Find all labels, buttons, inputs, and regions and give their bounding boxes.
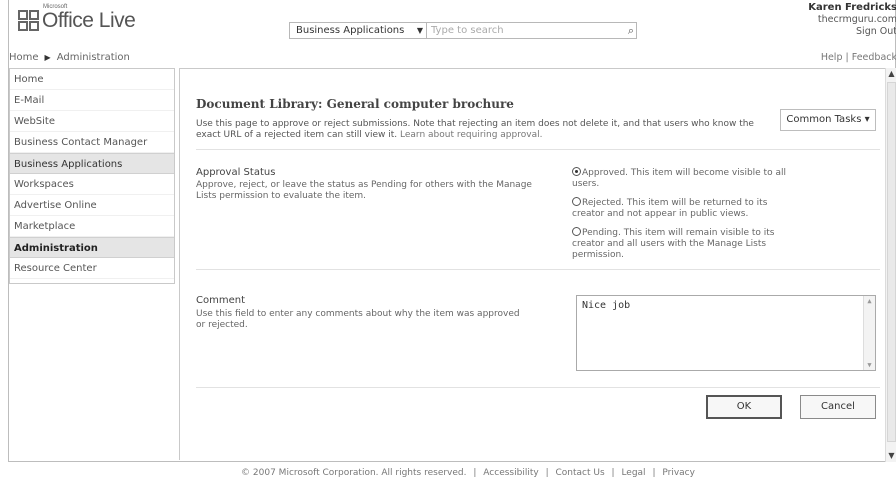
footer-link-legal[interactable]: Legal bbox=[621, 468, 645, 478]
sidebar: Home E-Mail WebSite Business Contact Man… bbox=[9, 68, 175, 284]
sidebar-item-resource-center[interactable]: Resource Center bbox=[10, 258, 174, 279]
logo-title: Office Live bbox=[42, 9, 136, 32]
approval-status-description: Approve, reject, or leave the status as … bbox=[196, 180, 532, 201]
breadcrumb-home[interactable]: Home bbox=[9, 52, 39, 63]
radio-pending[interactable]: Pending. This item will remain visible t… bbox=[572, 227, 794, 261]
scrollbar-thumb[interactable] bbox=[887, 82, 896, 442]
footer-separator: | bbox=[545, 468, 549, 478]
common-tasks-menu[interactable]: Common Tasks ▾ bbox=[780, 109, 876, 131]
feedback-link[interactable]: Feedback bbox=[852, 52, 896, 63]
footer-link-contact-us[interactable]: Contact Us bbox=[555, 468, 604, 478]
scroll-down-arrow-icon[interactable]: ▼ bbox=[886, 450, 896, 462]
search-placeholder: Type to search bbox=[431, 25, 504, 36]
office-logo-icon bbox=[18, 10, 40, 32]
radio-rejected-label: Rejected. This item will be returned to … bbox=[572, 198, 768, 219]
learn-more-link[interactable]: Learn about requiring approval. bbox=[400, 130, 542, 140]
radio-approved[interactable]: Approved. This item will become visible … bbox=[572, 167, 794, 190]
radio-pending-icon[interactable] bbox=[572, 227, 581, 236]
sidebar-item-business-applications[interactable]: Business Applications bbox=[10, 153, 174, 174]
search-icon[interactable]: ⌕ bbox=[628, 23, 634, 38]
sidebar-item-workspaces[interactable]: Workspaces bbox=[10, 174, 174, 195]
search-category-value: Business Applications bbox=[296, 25, 405, 36]
cancel-button[interactable]: Cancel bbox=[800, 395, 876, 419]
logo-microsoft-text: Microsoft bbox=[43, 4, 68, 10]
search-input[interactable]: Type to search ⌕ bbox=[427, 22, 637, 39]
search-category-select[interactable]: Business Applications ▼ bbox=[289, 22, 427, 39]
approval-status-label: Approval Status bbox=[196, 167, 276, 178]
scroll-up-arrow-icon[interactable]: ▲ bbox=[886, 68, 896, 80]
main-content: Document Library: General computer broch… bbox=[179, 68, 885, 460]
sign-out-link[interactable]: Sign Out bbox=[808, 26, 896, 38]
footer-separator: | bbox=[611, 468, 615, 478]
search-bar: Business Applications ▼ Type to search ⌕ bbox=[289, 22, 637, 39]
radio-rejected[interactable]: Rejected. This item will be returned to … bbox=[572, 197, 794, 220]
section-divider bbox=[196, 269, 880, 270]
radio-rejected-icon[interactable] bbox=[572, 197, 581, 206]
ok-button[interactable]: OK bbox=[706, 395, 782, 419]
office-live-logo[interactable]: Microsoft Office Live bbox=[18, 4, 136, 32]
footer: © 2007 Microsoft Corporation. All rights… bbox=[0, 468, 896, 478]
comment-label: Comment bbox=[196, 295, 245, 306]
sidebar-item-home[interactable]: Home bbox=[10, 69, 174, 90]
radio-approved-icon[interactable] bbox=[572, 167, 581, 176]
help-link[interactable]: Help bbox=[821, 52, 843, 63]
breadcrumb-administration[interactable]: Administration bbox=[57, 52, 130, 63]
breadcrumb-arrow-icon: ▶ bbox=[44, 53, 51, 62]
sidebar-item-website[interactable]: WebSite bbox=[10, 111, 174, 132]
button-divider bbox=[196, 387, 880, 388]
textarea-scrollbar[interactable]: ▲ ▼ bbox=[863, 296, 875, 370]
user-name: Karen Fredricks bbox=[808, 2, 896, 13]
copyright-text: © 2007 Microsoft Corporation. All rights… bbox=[241, 468, 467, 478]
page-description: Use this page to approve or reject submi… bbox=[196, 119, 756, 141]
sidebar-item-administration[interactable]: Administration bbox=[10, 237, 174, 258]
footer-link-accessibility[interactable]: Accessibility bbox=[483, 468, 538, 478]
dropdown-arrow-icon: ▼ bbox=[416, 26, 423, 35]
sidebar-item-advertise-online[interactable]: Advertise Online bbox=[10, 195, 174, 216]
scroll-down-icon[interactable]: ▼ bbox=[864, 361, 875, 369]
footer-separator: | bbox=[473, 468, 477, 478]
comment-description: Use this field to enter any comments abo… bbox=[196, 309, 520, 330]
scroll-up-icon[interactable]: ▲ bbox=[864, 297, 875, 305]
page-title: Document Library: General computer broch… bbox=[196, 97, 514, 111]
footer-link-privacy[interactable]: Privacy bbox=[662, 468, 695, 478]
help-links: Help | Feedback bbox=[821, 52, 896, 63]
user-site: thecrmguru.com bbox=[817, 14, 896, 25]
breadcrumb: Home ▶ Administration bbox=[9, 52, 130, 63]
comment-textarea[interactable]: Nice job ▲ ▼ bbox=[576, 295, 876, 371]
sidebar-item-email[interactable]: E-Mail bbox=[10, 90, 174, 111]
app-window: Microsoft Office Live Home ▶ Administrat… bbox=[8, 0, 896, 462]
footer-separator: | bbox=[652, 468, 656, 478]
page-scrollbar[interactable]: ▲ ▼ bbox=[885, 68, 896, 462]
radio-approved-label: Approved. This item will become visible … bbox=[572, 168, 786, 189]
section-divider bbox=[196, 149, 880, 150]
radio-pending-label: Pending. This item will remain visible t… bbox=[572, 228, 775, 260]
sidebar-item-business-contact-manager[interactable]: Business Contact Manager bbox=[10, 132, 174, 153]
user-info: Karen Fredricks thecrmguru.com Sign Out bbox=[808, 2, 896, 38]
sidebar-item-marketplace[interactable]: Marketplace bbox=[10, 216, 174, 237]
comment-value: Nice job bbox=[582, 300, 631, 311]
header: Microsoft Office Live Home ▶ Administrat… bbox=[9, 0, 896, 64]
